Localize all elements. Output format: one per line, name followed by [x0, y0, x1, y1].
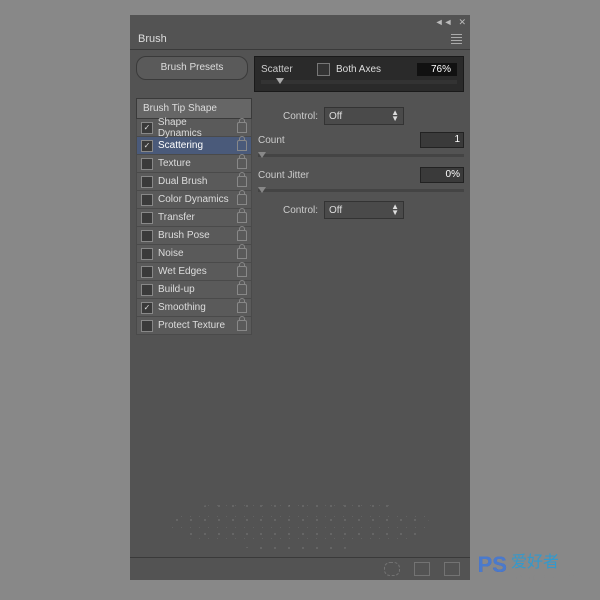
count-value[interactable]: 1: [420, 132, 464, 148]
preset-icon[interactable]: [414, 562, 430, 576]
jitter-slider[interactable]: [258, 189, 464, 192]
sidebar-item-texture[interactable]: Texture: [136, 155, 252, 173]
new-icon[interactable]: [444, 562, 460, 576]
checkbox-icon[interactable]: [141, 212, 153, 224]
titlebar: ◄◄ ✕: [130, 15, 470, 29]
checkbox-icon[interactable]: [141, 266, 153, 278]
sidebar-item-brush-pose[interactable]: Brush Pose: [136, 227, 252, 245]
lock-icon[interactable]: [237, 284, 247, 295]
item-label: Shape Dynamics: [158, 117, 232, 139]
item-label: Wet Edges: [158, 266, 207, 277]
sidebar-item-transfer[interactable]: Transfer: [136, 209, 252, 227]
item-label: Texture: [158, 158, 191, 169]
watermark-url: www.psahz.com: [511, 572, 576, 582]
brush-panel: ◄◄ ✕ Brush Brush Presets Scatter Both Ax…: [130, 15, 470, 580]
sidebar-item-scattering[interactable]: ✓ Scattering: [136, 137, 252, 155]
watermark-logo: PS: [478, 552, 507, 578]
lock-icon[interactable]: [237, 320, 247, 331]
scatter-header: Scatter Both Axes 76%: [254, 56, 464, 92]
scatter-label: Scatter: [261, 64, 311, 75]
checkbox-icon[interactable]: ✓: [141, 302, 153, 314]
checkbox-icon[interactable]: [141, 158, 153, 170]
both-axes-label: Both Axes: [336, 64, 381, 75]
item-label: Brush Pose: [158, 230, 210, 241]
brush-presets-button[interactable]: Brush Presets: [136, 56, 248, 80]
lock-icon[interactable]: [237, 212, 247, 223]
both-axes-checkbox[interactable]: [317, 63, 330, 76]
settings-area: Control: Off▲▼ Count 1 Count Jitter 0% C…: [258, 98, 464, 518]
sidebar-item-smoothing[interactable]: ✓ Smoothing: [136, 299, 252, 317]
control1-select[interactable]: Off▲▼: [324, 107, 404, 125]
sidebar-item-dual-brush[interactable]: Dual Brush: [136, 173, 252, 191]
sidebar: Brush Tip Shape ✓Shape Dynamics✓Scatteri…: [136, 98, 252, 518]
panel-tab[interactable]: Brush: [130, 29, 470, 50]
checkbox-icon[interactable]: [141, 284, 153, 296]
sidebar-item-color-dynamics[interactable]: Color Dynamics: [136, 191, 252, 209]
checkbox-icon[interactable]: [141, 194, 153, 206]
watermark-text: 爱好者: [511, 554, 559, 571]
sidebar-item-noise[interactable]: Noise: [136, 245, 252, 263]
control2-select[interactable]: Off▲▼: [324, 201, 404, 219]
item-label: Color Dynamics: [158, 194, 229, 205]
collapse-icon[interactable]: ◄◄: [435, 17, 453, 27]
lock-icon[interactable]: [237, 176, 247, 187]
checkbox-icon[interactable]: ✓: [141, 140, 153, 152]
menu-icon[interactable]: [451, 34, 462, 44]
control1-label: Control:: [258, 111, 318, 122]
count-label: Count: [258, 135, 414, 146]
sidebar-item-protect-texture[interactable]: Protect Texture: [136, 317, 252, 335]
item-label: Smoothing: [158, 302, 206, 313]
close-icon[interactable]: ✕: [458, 17, 466, 28]
checkbox-icon[interactable]: [141, 176, 153, 188]
checkbox-icon[interactable]: ✓: [141, 122, 153, 134]
panel-title: Brush: [138, 33, 167, 45]
item-label: Transfer: [158, 212, 195, 223]
checkbox-icon[interactable]: [141, 248, 153, 260]
toggle-icon[interactable]: [384, 562, 400, 576]
lock-icon[interactable]: [237, 266, 247, 277]
control2-label: Control:: [258, 205, 318, 216]
lock-icon[interactable]: [237, 302, 247, 313]
sidebar-item-build-up[interactable]: Build-up: [136, 281, 252, 299]
lock-icon[interactable]: [237, 158, 247, 169]
sidebar-item-wet-edges[interactable]: Wet Edges: [136, 263, 252, 281]
sidebar-item-shape-dynamics[interactable]: ✓ Shape Dynamics: [136, 119, 252, 137]
lock-icon[interactable]: [237, 140, 247, 151]
lock-icon[interactable]: [237, 230, 247, 241]
scatter-slider[interactable]: [261, 80, 457, 84]
item-label: Scattering: [158, 140, 203, 151]
count-slider[interactable]: [258, 154, 464, 157]
checkbox-icon[interactable]: [141, 320, 153, 332]
item-label: Protect Texture: [158, 320, 225, 331]
jitter-label: Count Jitter: [258, 170, 414, 181]
item-label: Dual Brush: [158, 176, 207, 187]
lock-icon[interactable]: [237, 122, 247, 133]
item-label: Noise: [158, 248, 184, 259]
watermark: PS 爱好者 www.psahz.com: [478, 548, 576, 582]
lock-icon[interactable]: [237, 194, 247, 205]
lock-icon[interactable]: [237, 248, 247, 259]
scatter-percent[interactable]: 76%: [417, 63, 457, 76]
item-label: Build-up: [158, 284, 195, 295]
jitter-value[interactable]: 0%: [420, 167, 464, 183]
brush-preview: [130, 494, 470, 554]
bottom-bar: [130, 557, 470, 580]
checkbox-icon[interactable]: [141, 230, 153, 242]
